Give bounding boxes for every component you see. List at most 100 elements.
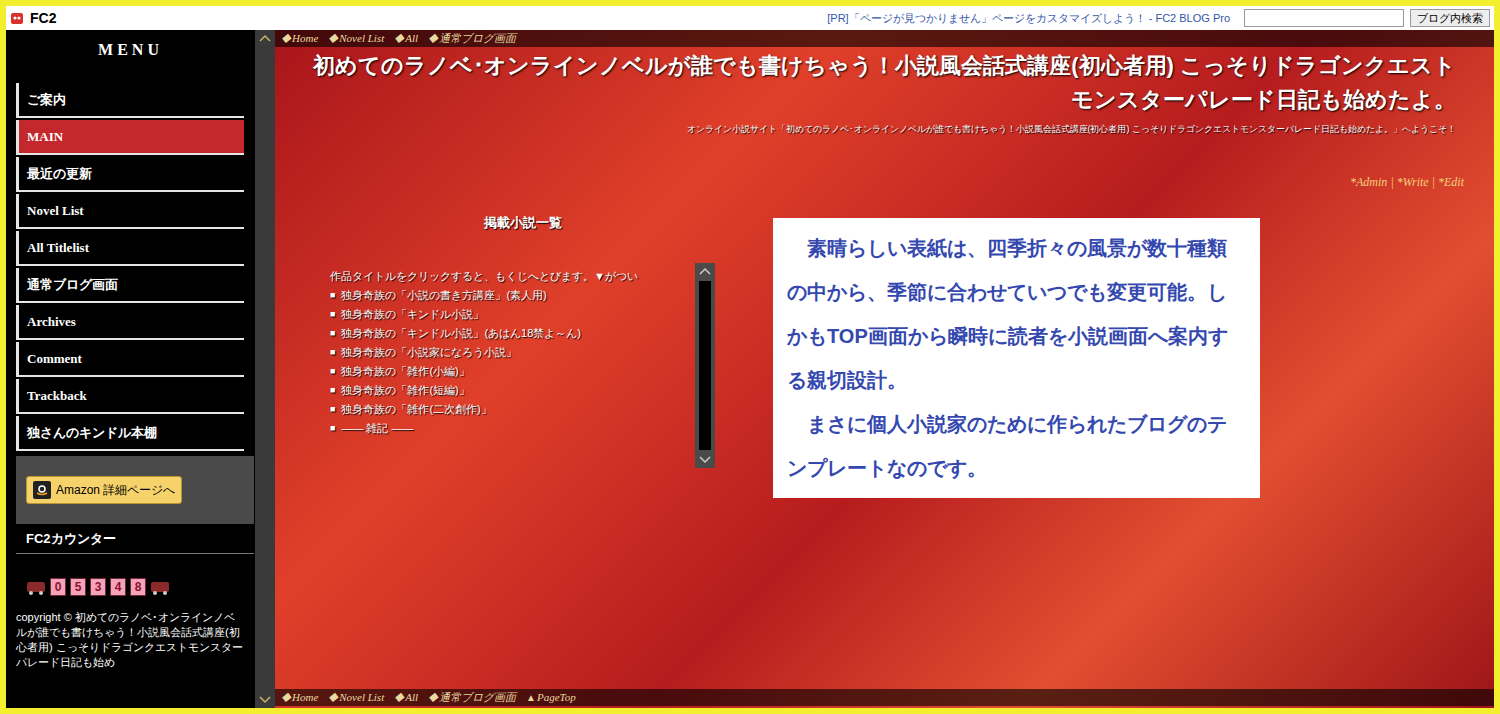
site-title[interactable]: 初めてのラノベ･オンラインノベルが誰でも書けちゃう！小説風会話式講座(初心者用)… <box>275 47 1494 117</box>
admin-link[interactable]: *Write <box>1397 173 1429 191</box>
menu-item-label: ご案内 <box>27 90 66 110</box>
novel-list: 作品タイトルをクリックすると、もくじへとびます。▼がつい■独身奇族の「小説の書き… <box>330 263 689 468</box>
nav-bullet-icon: ▲ <box>526 690 536 705</box>
bullet-icon: ■ <box>330 400 335 419</box>
nav-bullet-icon: ◆ <box>394 31 404 46</box>
nav-link-label: 通常ブログ画面 <box>439 689 516 706</box>
novel-list-box: 作品タイトルをクリックすると、もくじへとびます。▼がつい■独身奇族の「小説の書き… <box>330 263 715 468</box>
scroll-thumb[interactable] <box>699 281 711 450</box>
promo-paragraph: まさに個人小説家のために作られたブログのテンプレートなのです。 <box>787 402 1246 490</box>
nav-link-label: Novel List <box>339 689 384 706</box>
menu-item[interactable]: 最近の更新 <box>16 157 244 192</box>
promo-box: 素晴らしい表紙は、四季折々の風景が数十種類の中から、季節に合わせていつでも変更可… <box>773 218 1260 498</box>
nav-bullet-icon: ◆ <box>428 31 438 46</box>
amazon-button-label: Amazon 詳細ページへ <box>56 481 175 499</box>
menu-item[interactable]: MAIN <box>16 120 244 155</box>
menu-item-label: Comment <box>27 349 82 369</box>
bullet-icon: ■ <box>330 305 335 324</box>
menu-item-label: Novel List <box>27 201 84 221</box>
menu-item[interactable]: 独さんのキンドル本棚 <box>16 416 244 451</box>
counter-digit: 5 <box>70 578 86 596</box>
novel-title: 独身奇族の「キンドル小説」(あはん18禁よ～ん) <box>341 324 581 343</box>
admin-separator: | <box>1390 173 1393 191</box>
novel-title: 独身奇族の「小説家になろう小説」 <box>341 343 517 362</box>
admin-links: *Admin|*Write|*Edit <box>275 173 1494 191</box>
novel-list-item[interactable]: ■―― 雑記 ―― <box>330 419 689 438</box>
nav-link[interactable]: ◆Home <box>281 30 318 47</box>
nav-bar: ◆Home◆Novel List◆All◆通常ブログ画面 <box>275 30 1494 47</box>
blog-search-button[interactable]: ブログ内検索 <box>1410 9 1490 27</box>
nav-bullet-icon: ◆ <box>428 690 438 705</box>
menu-item-label: 独さんのキンドル本棚 <box>27 423 157 443</box>
bullet-icon: ■ <box>330 286 335 305</box>
promo-paragraph: 素晴らしい表紙は、四季折々の風景が数十種類の中から、季節に合わせていつでも変更可… <box>787 226 1246 402</box>
nav-bullet-icon: ◆ <box>328 690 338 705</box>
novel-title: 独身奇族の「雑作(短編)」 <box>341 381 469 400</box>
nav-bar: ◆Home◆Novel List◆All◆通常ブログ画面▲PageTop <box>275 689 1494 706</box>
site-subtitle: オンライン小説サイト「初めてのラノベ･オンラインノベルが誰でも書けちゃう！小説風… <box>275 123 1494 135</box>
menu-item[interactable]: Trackback <box>16 379 244 414</box>
novel-list-panel: 掲載小説一覧作品タイトルをクリックすると、もくじへとびます。▼がつい■独身奇族の… <box>330 213 715 468</box>
list-scrollbar[interactable] <box>695 263 715 468</box>
menu-item[interactable]: ご案内 <box>16 83 244 118</box>
novel-title: 独身奇族の「小説の書き方講座」(素人用) <box>341 286 546 305</box>
nav-link-label: Home <box>292 689 318 706</box>
bullet-icon: ■ <box>330 362 335 381</box>
copyright: copyright © 初めてのラノベ･オンラインノベルが誰でも書けちゃう！小説… <box>6 610 255 670</box>
nav-link[interactable]: ◆All <box>394 689 418 706</box>
page-scrollbar[interactable] <box>255 30 275 708</box>
pr-link[interactable]: [PR]「ページが見つかりません」ページをカスタマイズしよう！ - FC2 BL… <box>827 10 1230 27</box>
nav-link[interactable]: ◆通常ブログ画面 <box>428 689 516 706</box>
nav-link[interactable]: ◆All <box>394 30 418 47</box>
nav-link[interactable]: ▲PageTop <box>526 689 576 706</box>
novel-list-item[interactable]: ■ 独身奇族の「小説の書き方講座」(素人用) <box>330 286 689 305</box>
novel-list-item[interactable]: ■独身奇族の「雑作(短編)」 <box>330 381 689 400</box>
nav-link[interactable]: ◆Home <box>281 689 318 706</box>
menu-item-label: MAIN <box>27 127 63 147</box>
amazon-box: Amazon 詳細ページへ <box>16 456 254 524</box>
novel-list-intro: 作品タイトルをクリックすると、もくじへとびます。▼がつい <box>330 267 689 286</box>
novel-list-item[interactable]: ■独身奇族の「小説家になろう小説」 <box>330 343 689 362</box>
sidebar: MENU ご案内 MAIN 最近の更新 Novel List All Titlelist通… <box>6 30 255 708</box>
nav-link[interactable]: ◆Novel List <box>328 30 384 47</box>
menu-title: MENU <box>6 30 255 83</box>
train-icon <box>26 579 46 595</box>
novel-list-item[interactable]: ■ 独身奇族の「キンドル小説」(あはん18禁よ～ん) <box>330 324 689 343</box>
content-row: 掲載小説一覧作品タイトルをクリックすると、もくじへとびます。▼がつい■独身奇族の… <box>275 213 1494 498</box>
scroll-down-icon <box>699 456 711 464</box>
menu-item-label: Archives <box>27 312 76 332</box>
admin-link[interactable]: *Admin <box>1350 173 1387 191</box>
menu-item[interactable]: Novel List <box>16 194 244 229</box>
menu-item-label: Trackback <box>27 386 87 406</box>
menu-item[interactable]: All Titlelist <box>16 231 244 266</box>
scroll-up-icon <box>699 267 711 275</box>
admin-link[interactable]: *Edit <box>1438 173 1464 191</box>
nav-bullet-icon: ◆ <box>281 690 291 705</box>
novel-list-item[interactable]: ■独身奇族の「雑作(小編)」 <box>330 362 689 381</box>
menu-item[interactable]: 通常ブログ画面 <box>16 268 244 303</box>
nav-link[interactable]: ◆Novel List <box>328 689 384 706</box>
novel-list-heading: 掲載小説一覧 <box>330 213 715 233</box>
scroll-down-icon <box>259 696 271 704</box>
scroll-up-icon <box>259 34 271 42</box>
counter-digit: 4 <box>110 578 126 596</box>
nav-link-label: 通常ブログ画面 <box>439 30 516 47</box>
menu-item[interactable]: Archives <box>16 305 244 340</box>
nav-bullet-icon: ◆ <box>394 690 404 705</box>
counter: 05348 <box>26 578 255 596</box>
menu-item[interactable]: Comment <box>16 342 244 377</box>
admin-separator: | <box>1432 173 1435 191</box>
bullet-icon: ■ <box>330 324 335 343</box>
menu-list: ご案内 MAIN 最近の更新 Novel List All Titlelist通常ブログ… <box>6 83 255 451</box>
novel-list-item[interactable]: ■独身奇族の「雑作(二次創作)」 <box>330 400 689 419</box>
blog-search-input[interactable] <box>1244 9 1404 27</box>
nav-link-label: Home <box>292 30 318 47</box>
amazon-button[interactable]: Amazon 詳細ページへ <box>26 476 182 504</box>
novel-list-item[interactable]: ■独身奇族の「キンドル小説」 <box>330 305 689 324</box>
menu-item-label: 最近の更新 <box>27 164 92 184</box>
fc2-header: FC2 [PR]「ページが見つかりません」ページをカスタマイズしよう！ - FC2… <box>6 6 1494 30</box>
nav-link[interactable]: ◆通常ブログ画面 <box>428 30 516 47</box>
main-area: ◆Home◆Novel List◆All◆通常ブログ画面初めてのラノベ･オンライ… <box>275 30 1494 708</box>
bullet-icon: ■ <box>330 419 335 438</box>
fc2-logo[interactable]: FC2 <box>30 8 56 29</box>
